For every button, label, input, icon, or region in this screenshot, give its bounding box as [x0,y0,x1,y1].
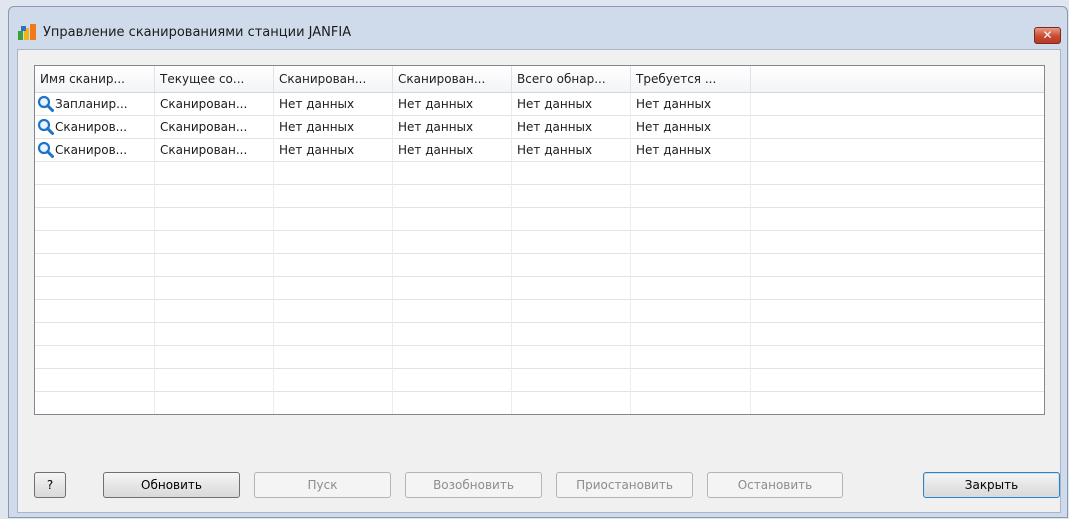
column-header-required[interactable]: Требуется ... [631,66,751,92]
column-divider [154,162,155,414]
cell-scan-name: Запланир... [55,97,128,111]
cell-total-found: Нет данных [512,139,631,162]
table-row[interactable]: Запланир... Сканирован... Нет данных Нет… [35,93,1044,116]
title-bar[interactable]: Управление сканированиями станции JANFIA… [9,7,1067,45]
close-icon: ✕ [1042,28,1053,42]
cell-required: Нет данных [631,139,751,162]
close-window-button[interactable]: ✕ [1034,27,1061,44]
cell-total-found: Нет данных [512,116,631,139]
refresh-button[interactable]: Обновить [103,472,240,498]
close-button[interactable]: Закрыть [923,472,1060,498]
cell-scan-name: Сканиров... [55,143,128,157]
pause-button[interactable]: Приостановить [556,472,693,498]
help-button[interactable]: ? [34,472,66,498]
app-logo-icon [18,24,36,40]
cell-scan-name: Сканиров... [55,120,128,134]
column-header-scanned-2[interactable]: Сканирован... [393,66,512,92]
cell-scanned-1: Нет данных [274,116,393,139]
empty-row [35,369,1044,392]
magnifier-icon [37,95,54,112]
cell-scanned-2: Нет данных [393,139,512,162]
empty-row [35,254,1044,277]
cell-current-state: Сканирован... [155,116,274,139]
column-divider [750,162,751,414]
empty-row [35,208,1044,231]
cell-current-state: Сканирован... [155,139,274,162]
cell-total-found: Нет данных [512,93,631,116]
empty-row [35,392,1044,414]
magnifier-icon [37,141,54,158]
empty-row [35,346,1044,369]
table-row[interactable]: Сканиров... Сканирован... Нет данных Нет… [35,139,1044,162]
dialog-client-area: Имя сканир... Текущее со... Сканирован..… [17,49,1061,513]
column-divider [630,162,631,414]
empty-row [35,185,1044,208]
column-divider [511,162,512,414]
empty-row [35,323,1044,346]
column-header-current-state[interactable]: Текущее со... [155,66,274,92]
table-header: Имя сканир... Текущее со... Сканирован..… [35,66,1044,93]
start-button[interactable]: Пуск [254,472,391,498]
cell-scanned-2: Нет данных [393,116,512,139]
magnifier-icon [37,118,54,135]
cell-scanned-1: Нет данных [274,139,393,162]
cell-required: Нет данных [631,116,751,139]
cell-required: Нет данных [631,93,751,116]
cell-current-state: Сканирован... [155,93,274,116]
column-header-scan-name[interactable]: Имя сканир... [35,66,155,92]
empty-row [35,300,1044,323]
column-divider [273,162,274,414]
scan-management-window: Управление сканированиями станции JANFIA… [8,6,1068,518]
empty-row [35,162,1044,185]
resume-button[interactable]: Возобновить [405,472,542,498]
empty-row [35,231,1044,254]
stop-button[interactable]: Остановить [707,472,843,498]
column-divider [392,162,393,414]
column-header-scanned-1[interactable]: Сканирован... [274,66,393,92]
window-title: Управление сканированиями станции JANFIA [43,25,352,40]
column-header-total-found[interactable]: Всего обнар... [512,66,631,92]
cell-scanned-2: Нет данных [393,93,512,116]
cell-scanned-1: Нет данных [274,93,393,116]
empty-row [35,277,1044,300]
scans-table[interactable]: Имя сканир... Текущее со... Сканирован..… [34,65,1045,415]
table-row[interactable]: Сканиров... Сканирован... Нет данных Нет… [35,116,1044,139]
